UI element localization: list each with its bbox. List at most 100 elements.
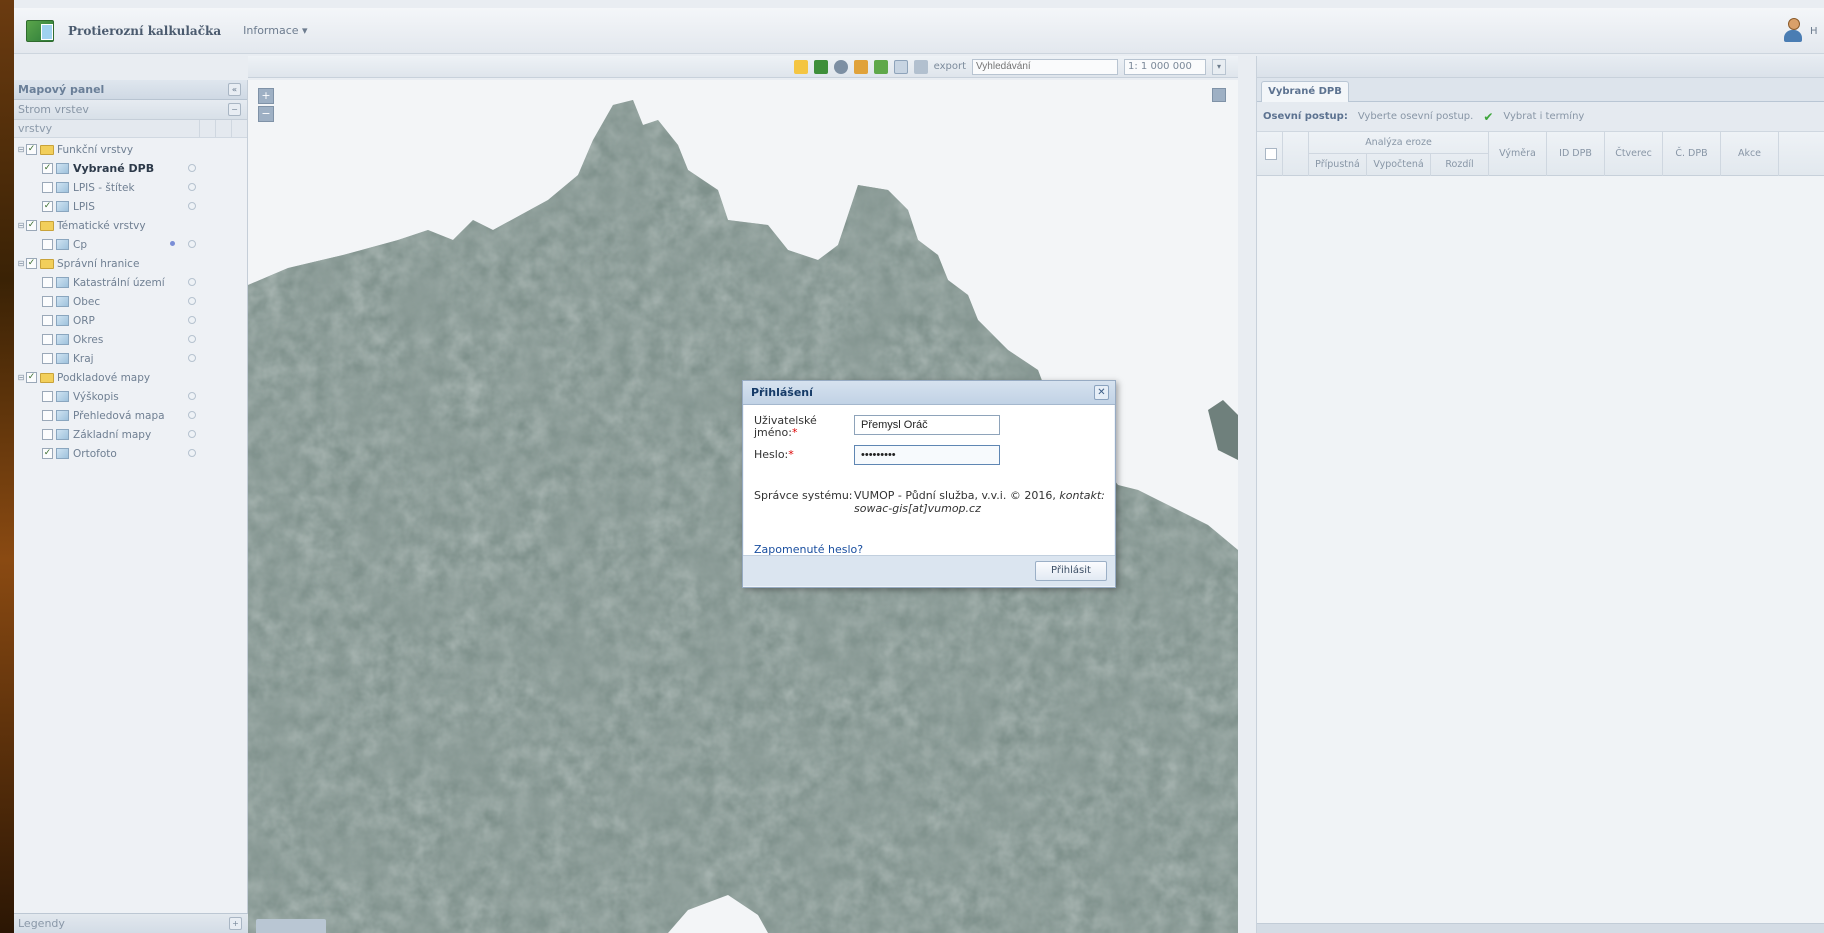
layer-checkbox[interactable]: [42, 315, 53, 326]
layer-item[interactable]: Obec: [14, 292, 247, 311]
layer-item[interactable]: Cp: [14, 235, 247, 254]
check-icon[interactable]: ✔: [1483, 110, 1493, 124]
layer-info-icon[interactable]: [188, 411, 196, 419]
layer-item[interactable]: LPIS - štítek: [14, 178, 247, 197]
select-all-checkbox[interactable]: [1265, 148, 1277, 160]
layer-group[interactable]: ⊟ ✓ Správní hranice: [14, 254, 247, 273]
layer-info-icon[interactable]: [188, 430, 196, 438]
layer-checkbox[interactable]: [42, 239, 53, 250]
collapse-toggle-icon[interactable]: ⊟: [16, 373, 26, 382]
layer-group[interactable]: ⊟ ✓ Podkladové mapy: [14, 368, 247, 387]
layer-checkbox[interactable]: ✓: [26, 258, 37, 269]
layer-icon: [56, 448, 69, 459]
export-icon[interactable]: [913, 59, 928, 74]
layer-icon: [56, 296, 69, 307]
layer-tool-icon[interactable]: [873, 59, 888, 74]
login-button[interactable]: Přihlásit: [1035, 561, 1107, 581]
layer-item[interactable]: ✓ LPIS: [14, 197, 247, 216]
layer-item[interactable]: Kraj: [14, 349, 247, 368]
layer-item[interactable]: Výškopis: [14, 387, 247, 406]
column-header-vymera[interactable]: Výměra: [1489, 132, 1547, 176]
layer-item[interactable]: Katastrální území: [14, 273, 247, 292]
layer-info-icon[interactable]: [188, 316, 196, 324]
layer-info-icon[interactable]: [188, 164, 196, 172]
export-button[interactable]: export: [934, 61, 966, 72]
layer-info-icon[interactable]: [188, 335, 196, 343]
login-dialog-header[interactable]: Přihlášení ✕: [743, 381, 1115, 405]
collapse-toggle-icon[interactable]: ⊟: [16, 221, 26, 230]
system-admin-info: Správce systému: VUMOP - Půdní služba, v…: [754, 489, 1108, 515]
layer-checkbox[interactable]: [42, 277, 53, 288]
user-menu[interactable]: H: [1782, 18, 1824, 44]
map-search-input[interactable]: [972, 58, 1118, 75]
layer-checkbox[interactable]: [42, 296, 53, 307]
layer-checkbox[interactable]: ✓: [26, 372, 37, 383]
column-header-ctverec[interactable]: Čtverec: [1605, 132, 1663, 176]
layer-group[interactable]: ⊟ ✓ Tématické vrstvy: [14, 216, 247, 235]
user-icon[interactable]: [1782, 18, 1804, 44]
expand-legend-button[interactable]: +: [229, 917, 242, 930]
procedure-action-button[interactable]: Vybrat i termíny: [1503, 111, 1584, 122]
legend-title: Legendy: [18, 917, 65, 930]
close-icon[interactable]: ✕: [1094, 385, 1109, 400]
layer-checkbox[interactable]: ✓: [42, 163, 53, 174]
layer-info-icon[interactable]: [188, 202, 196, 210]
layer-info-icon[interactable]: [188, 278, 196, 286]
layer-checkbox[interactable]: [42, 334, 53, 345]
map-bottom-tab[interactable]: [256, 919, 326, 933]
info-tool-icon[interactable]: [833, 59, 848, 74]
column-header-akce[interactable]: Akce: [1721, 132, 1779, 176]
layer-info-icon[interactable]: [188, 183, 196, 191]
password-field[interactable]: [854, 445, 1000, 465]
layer-item[interactable]: Přehledová mapa: [14, 406, 247, 425]
layer-checkbox[interactable]: [42, 391, 53, 402]
layer-checkbox[interactable]: ✓: [26, 144, 37, 155]
layer-info-icon[interactable]: [188, 297, 196, 305]
column-header-c-dpb[interactable]: Č. DPB: [1663, 132, 1721, 176]
layer-info-icon[interactable]: [188, 240, 196, 248]
layer-group[interactable]: ⊟ ✓ Funkční vrstvy: [14, 140, 247, 159]
menu-informace[interactable]: Informace ▾: [243, 24, 307, 37]
layer-checkbox[interactable]: [42, 353, 53, 364]
layer-item[interactable]: ✓ Ortofoto: [14, 444, 247, 463]
legend-panel-header[interactable]: Legendy +: [14, 913, 248, 933]
layer-info-icon[interactable]: [188, 392, 196, 400]
layer-item[interactable]: Základní mapy: [14, 425, 247, 444]
layer-item[interactable]: Okres: [14, 330, 247, 349]
procedure-select[interactable]: Vyberte osevní postup.: [1358, 111, 1474, 122]
collapse-tree-button[interactable]: −: [228, 103, 241, 116]
column-header-rozdil[interactable]: Rozdíl: [1431, 154, 1489, 176]
layer-checkbox[interactable]: ✓: [42, 201, 53, 212]
measure-tool-icon[interactable]: [853, 59, 868, 74]
layer-item[interactable]: ORP: [14, 311, 247, 330]
column-header-id-dpb[interactable]: ID DPB: [1547, 132, 1605, 176]
tab-vybrane-dpb[interactable]: Vybrané DPB: [1261, 81, 1349, 102]
select-tool-icon[interactable]: [793, 59, 808, 74]
layer-label: LPIS - štítek: [73, 181, 135, 194]
layer-info-icon[interactable]: [188, 354, 196, 362]
layer-checkbox[interactable]: ✓: [26, 220, 37, 231]
layer-label: ORP: [73, 314, 95, 327]
collapse-panel-button[interactable]: «: [228, 83, 241, 96]
layer-checkbox[interactable]: [42, 410, 53, 421]
column-header-pripustna[interactable]: Přípustná: [1309, 154, 1367, 176]
map-options-icon[interactable]: [1212, 88, 1226, 102]
layer-item[interactable]: ✓ Vybrané DPB: [14, 159, 247, 178]
map-tool-icon[interactable]: [813, 59, 828, 74]
layer-checkbox[interactable]: ✓: [42, 448, 53, 459]
collapse-toggle-icon[interactable]: ⊟: [16, 145, 26, 154]
user-name[interactable]: H: [1810, 26, 1824, 37]
username-field[interactable]: [854, 415, 1000, 435]
zoom-tool-icon[interactable]: [893, 59, 908, 74]
username-label: Uživatelské jméno:*: [754, 414, 817, 439]
zoom-out-button[interactable]: −: [258, 106, 274, 122]
layer-info-icon[interactable]: [188, 449, 196, 457]
scale-select[interactable]: 1: 1 000 000: [1124, 58, 1206, 75]
collapse-toggle-icon[interactable]: ⊟: [16, 259, 26, 268]
column-header-vypoctena[interactable]: Vypočtená: [1367, 154, 1431, 176]
scale-dropdown-chevron-icon[interactable]: ▾: [1212, 58, 1226, 75]
layer-checkbox[interactable]: [42, 182, 53, 193]
column-group-erosion: Analýza eroze: [1309, 132, 1489, 154]
layer-checkbox[interactable]: [42, 429, 53, 440]
zoom-in-button[interactable]: +: [258, 88, 274, 104]
